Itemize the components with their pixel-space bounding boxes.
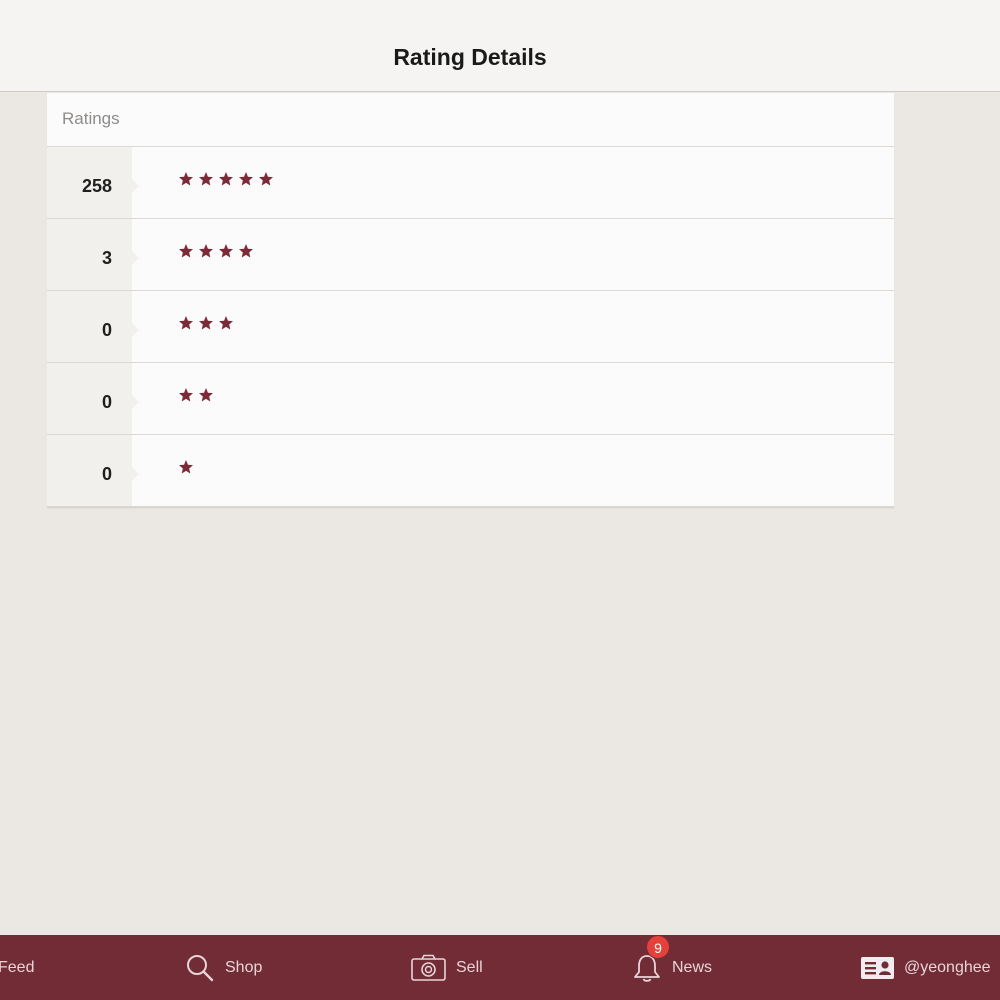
page-title: Rating Details	[393, 44, 547, 70]
rating-row-1-star: 0	[47, 435, 894, 506]
star-icon	[198, 171, 214, 187]
profile-card-icon	[861, 956, 894, 979]
card-header: Ratings	[47, 93, 894, 147]
rating-count: 3	[47, 219, 139, 290]
star-icon	[218, 243, 234, 259]
tab-sell[interactable]: Sell	[411, 935, 483, 1000]
rating-row-4-stars: 3	[47, 219, 894, 291]
star-icon	[238, 243, 254, 259]
notification-badge: 9	[646, 934, 670, 959]
stars-cell	[132, 291, 234, 362]
rating-count: 0	[47, 291, 139, 362]
tab-shop[interactable]: Shop	[185, 935, 262, 1000]
star-icon	[178, 459, 194, 475]
star-icon	[178, 387, 194, 403]
tab-label: Shop	[225, 958, 263, 976]
tab-profile[interactable]: @yeonghee	[861, 935, 991, 1000]
bell-icon: 9	[632, 934, 670, 983]
star-icon	[178, 171, 194, 187]
rating-count: 258	[47, 147, 139, 218]
rating-row-5-stars: 258	[47, 147, 894, 219]
tab-label: Sell	[456, 958, 483, 976]
star-icon	[238, 171, 254, 187]
rating-row-3-stars: 0	[47, 291, 894, 363]
tab-news[interactable]: 9 News	[632, 934, 713, 1000]
tab-label: News	[672, 958, 713, 976]
stars-cell	[132, 147, 274, 218]
star-icon	[198, 315, 214, 331]
stars-cell	[132, 219, 254, 290]
stars-cell	[132, 363, 214, 434]
star-icon	[198, 243, 214, 259]
top-navigation-bar: Rating Details	[0, 0, 1000, 92]
search-icon	[185, 953, 215, 983]
star-icon	[218, 315, 234, 331]
stars-cell	[132, 435, 194, 506]
ratings-card: Ratings 258 3 0 0 0	[47, 93, 894, 508]
bottom-tab-bar: Feed Shop Sell 9 News @yeonghee	[0, 934, 1000, 1000]
star-icon	[218, 171, 234, 187]
rating-count: 0	[47, 435, 139, 506]
tab-label: Feed	[0, 958, 35, 976]
star-icon	[178, 315, 194, 331]
tab-label: @yeonghee	[904, 958, 991, 976]
rating-row-2-stars: 0	[47, 363, 894, 435]
rating-count: 0	[47, 363, 139, 434]
tab-feed[interactable]: Feed	[0, 935, 34, 1000]
camera-icon	[411, 954, 446, 982]
star-icon	[178, 243, 194, 259]
star-icon	[258, 171, 274, 187]
star-icon	[198, 387, 214, 403]
